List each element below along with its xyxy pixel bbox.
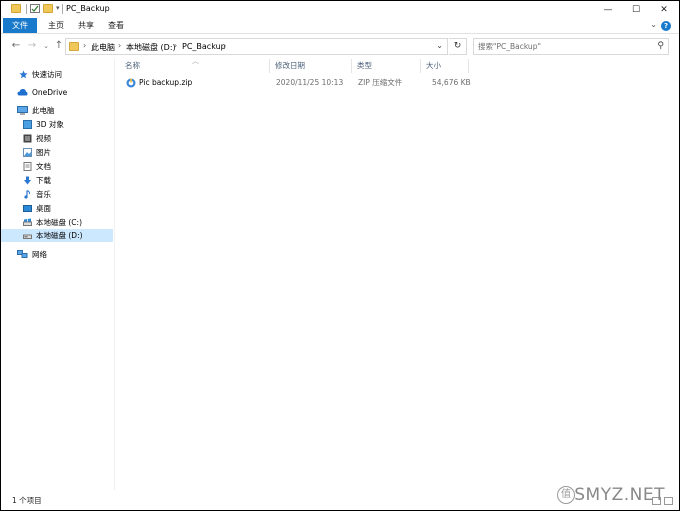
breadcrumb-this-pc[interactable]: 此电脑 [91, 42, 115, 53]
video-icon [23, 134, 32, 143]
music-icon [23, 190, 32, 199]
refresh-icon: ↻ [453, 41, 462, 51]
search-box[interactable]: ⚲ [473, 38, 669, 55]
folder-icon [11, 4, 21, 13]
item-count: 1 个项目 [12, 496, 42, 505]
sidebar-item-drive-d[interactable]: 本地磁盘 (D:) [1, 229, 113, 242]
large-icons-view-icon[interactable] [664, 497, 673, 505]
maximize-button[interactable]: ☐ [622, 1, 650, 18]
help-icon[interactable]: ? [661, 21, 671, 31]
zip-icon [126, 78, 136, 88]
sidebar-item-quick-access[interactable]: 快速访问 [1, 68, 113, 81]
chevron-right-icon[interactable]: › [223, 41, 226, 50]
chevron-right-icon[interactable]: › [83, 41, 86, 50]
picture-icon [23, 148, 32, 157]
chevron-down-icon[interactable]: ▾ [56, 4, 60, 12]
computer-icon [17, 106, 28, 115]
sidebar-item-label: 视频 [36, 134, 51, 143]
column-header-type[interactable]: 类型 [352, 59, 421, 73]
sidebar-item-label: 3D 对象 [36, 120, 64, 129]
recent-locations-icon[interactable]: ⌄ [39, 39, 53, 53]
tab-file[interactable]: 文件 [3, 18, 37, 33]
up-button[interactable]: ↑ [52, 39, 66, 53]
sidebar-item-label: 图片 [36, 148, 51, 157]
new-folder-icon[interactable] [43, 4, 53, 13]
sidebar-item-pictures[interactable]: 图片 [1, 146, 113, 159]
column-header-name[interactable]: 名称 [120, 59, 270, 73]
breadcrumb-pc-backup[interactable]: PC_Backup [182, 42, 226, 51]
cube-icon [23, 120, 32, 129]
tab-view[interactable]: 查看 [101, 18, 131, 33]
back-button[interactable]: ← [9, 39, 23, 53]
chevron-right-icon[interactable]: › [118, 41, 121, 50]
ribbon-tabs: 文件 主页 共享 查看 ⌄ ? [1, 18, 679, 34]
sidebar-item-label: 下载 [36, 176, 51, 185]
sidebar-item-label: 文档 [36, 162, 51, 171]
search-input[interactable] [478, 39, 656, 54]
file-modified: 2020/11/25 10:13 [276, 78, 344, 87]
file-type: ZIP 压缩文件 [358, 78, 403, 87]
sidebar-item-drive-c[interactable]: 本地磁盘 (C:) [1, 216, 113, 229]
title-bar: ▾ PC_Backup — ☐ ✕ [1, 1, 679, 18]
folder-icon [69, 42, 79, 51]
window-title: PC_Backup [66, 4, 110, 13]
sidebar-item-label: 此电脑 [32, 106, 55, 115]
chevron-right-icon[interactable]: › [174, 41, 177, 50]
desktop-icon [23, 204, 32, 213]
document-icon [23, 162, 32, 171]
sidebar-item-3d-objects[interactable]: 3D 对象 [1, 118, 113, 131]
navigation-bar: ← → ⌄ ↑ › 此电脑 › 本地磁盘 (D:) › PC_Backup › … [1, 35, 679, 57]
breadcrumb-drive-d[interactable]: 本地磁盘 (D:) [126, 42, 176, 53]
forward-button[interactable]: → [25, 39, 39, 53]
column-header-size[interactable]: 大小 [421, 59, 469, 73]
download-icon [23, 176, 32, 185]
minimize-icon: — [603, 4, 613, 15]
drive-icon [23, 218, 32, 227]
sidebar-item-label: 网络 [32, 250, 47, 259]
maximize-icon: ☐ [631, 4, 641, 15]
sidebar-item-downloads[interactable]: 下载 [1, 174, 113, 187]
sidebar-item-label: OneDrive [32, 88, 68, 97]
sidebar-item-network[interactable]: 网络 [1, 248, 113, 261]
address-bar[interactable]: › 此电脑 › 本地磁盘 (D:) › PC_Backup › ⌄ [65, 38, 448, 55]
sidebar-item-videos[interactable]: 视频 [1, 132, 113, 145]
chevron-down-icon[interactable]: ⌄ [436, 41, 443, 50]
column-header-modified[interactable]: 修改日期 [270, 59, 352, 73]
file-row[interactable]: Pic backup.zip 2020/11/25 10:13 ZIP 压缩文件… [121, 76, 471, 90]
tab-home[interactable]: 主页 [41, 18, 71, 33]
explorer-window: ▾ PC_Backup — ☐ ✕ 文件 主页 共享 查看 ⌄ ? ← → ⌄ … [1, 1, 679, 510]
sidebar-item-desktop[interactable]: 桌面 [1, 202, 113, 215]
sidebar-item-label: 音乐 [36, 190, 51, 199]
watermark-badge: 值 [557, 486, 575, 504]
separator [62, 4, 63, 14]
sidebar-item-label: 本地磁盘 (C:) [36, 218, 82, 227]
sidebar-item-label: 桌面 [36, 204, 51, 213]
sidebar-item-documents[interactable]: 文档 [1, 160, 113, 173]
close-icon: ✕ [660, 4, 668, 15]
search-icon[interactable]: ⚲ [657, 41, 664, 51]
sidebar-item-label: 本地磁盘 (D:) [36, 231, 83, 240]
tab-share[interactable]: 共享 [71, 18, 101, 33]
file-size: 54,676 KB [432, 78, 471, 87]
refresh-button[interactable]: ↻ [449, 38, 467, 55]
cloud-icon [17, 88, 28, 97]
network-icon [17, 250, 28, 259]
sidebar-item-onedrive[interactable]: OneDrive [1, 86, 113, 99]
minimize-button[interactable]: — [594, 1, 622, 18]
sidebar-item-label: 快速访问 [32, 70, 62, 79]
expand-ribbon-icon[interactable]: ⌄ [650, 20, 657, 29]
watermark: SMYZ.NET [574, 485, 665, 505]
sidebar-item-this-pc[interactable]: 此电脑 [1, 104, 113, 117]
separator [26, 4, 27, 14]
properties-icon[interactable] [30, 4, 40, 13]
drive-icon [23, 231, 32, 240]
star-icon [19, 70, 28, 79]
sidebar-item-music[interactable]: 音乐 [1, 188, 113, 201]
file-name[interactable]: Pic backup.zip [139, 76, 192, 90]
navigation-pane: 快速访问 OneDrive 此电脑 3D 对象 视频 图片 文档 下载 音乐 桌… [1, 59, 115, 490]
close-button[interactable]: ✕ [650, 1, 678, 18]
